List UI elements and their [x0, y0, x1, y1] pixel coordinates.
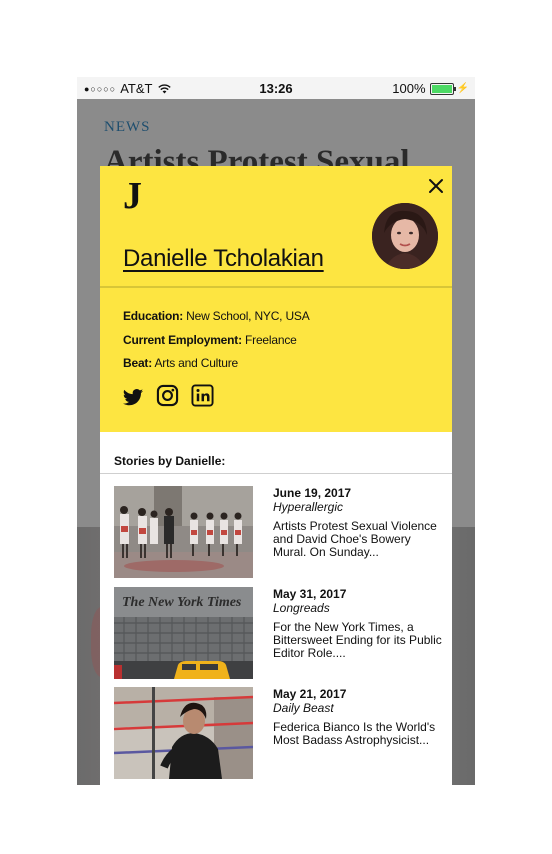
beat-label: Beat:: [123, 356, 153, 370]
article-kicker[interactable]: NEWS: [104, 119, 151, 136]
story-thumbnail: [114, 687, 253, 779]
avatar-portrait-icon: [372, 203, 438, 269]
charging-icon: ⚡: [456, 83, 469, 94]
status-bar: ●○○○○ AT&T 13:26 100% ⚡: [77, 77, 475, 99]
employment-row: Current Employment: Freelance: [123, 333, 297, 347]
beat-row: Beat: Arts and Culture: [123, 356, 238, 370]
story-thumbnail: [114, 486, 253, 578]
story-date: May 31, 2017: [273, 587, 347, 601]
svg-text:The New York Times: The New York Times: [122, 595, 242, 610]
story-title[interactable]: For the New York Times, a Bittersweet En…: [273, 621, 443, 660]
linkedin-icon: [191, 384, 214, 407]
profile-details: Education: New School, NYC, USA Current …: [100, 288, 452, 432]
author-name[interactable]: Danielle Tcholakian: [123, 245, 324, 273]
employment-value: Freelance: [245, 333, 297, 347]
story-text: June 19, 2017 Hyperallergic Artists Prot…: [273, 486, 443, 559]
story-title[interactable]: Artists Protest Sexual Violence and Davi…: [273, 520, 443, 559]
employment-label: Current Employment:: [123, 333, 242, 347]
battery-icon: [429, 82, 456, 95]
education-value: New School, NYC, USA: [186, 309, 310, 323]
profile-header: J Danielle Tcholakian: [100, 166, 452, 286]
story-title[interactable]: Federica Bianco Is the World's Most Bada…: [273, 721, 443, 747]
battery-fill: [431, 84, 452, 93]
story-publication: Daily Beast: [273, 701, 334, 715]
stories-heading: Stories by Danielle:: [114, 454, 226, 468]
battery-percent: 100%: [392, 81, 426, 96]
close-icon: [429, 179, 443, 193]
instagram-link[interactable]: [156, 384, 179, 407]
linkedin-link[interactable]: [191, 384, 214, 407]
protest-photo: [114, 486, 253, 578]
twitter-link[interactable]: [122, 386, 144, 408]
boxing-ring-photo: [114, 687, 253, 779]
education-label: Education:: [123, 309, 183, 323]
beat-value: Arts and Culture: [154, 356, 239, 370]
close-button[interactable]: [426, 176, 446, 196]
status-right: 100% ⚡: [392, 81, 469, 96]
nyt-building-photo: The New York Times: [114, 587, 253, 679]
education-row: Education: New School, NYC, USA: [123, 309, 310, 323]
publication-logo: J: [123, 175, 142, 217]
story-publication: Longreads: [273, 601, 330, 615]
story-text: May 21, 2017 Daily Beast Federica Bianco…: [273, 687, 443, 747]
story-item[interactable]: The New York Times May 31, 2017 Longread…: [114, 587, 444, 679]
twitter-icon: [122, 389, 144, 406]
story-thumbnail: The New York Times: [114, 587, 253, 679]
story-item[interactable]: May 21, 2017 Daily Beast Federica Bianco…: [114, 687, 444, 779]
story-date: May 21, 2017: [273, 687, 347, 701]
stories-divider: [100, 473, 452, 474]
author-avatar: [372, 203, 438, 269]
instagram-icon: [156, 384, 179, 407]
story-publication: Hyperallergic: [273, 500, 344, 514]
story-text: May 31, 2017 Longreads For the New York …: [273, 587, 443, 660]
story-item[interactable]: June 19, 2017 Hyperallergic Artists Prot…: [114, 486, 444, 578]
author-profile-modal: J Danielle Tcholakian Education: New Sch…: [100, 166, 452, 785]
story-date: June 19, 2017: [273, 486, 352, 500]
